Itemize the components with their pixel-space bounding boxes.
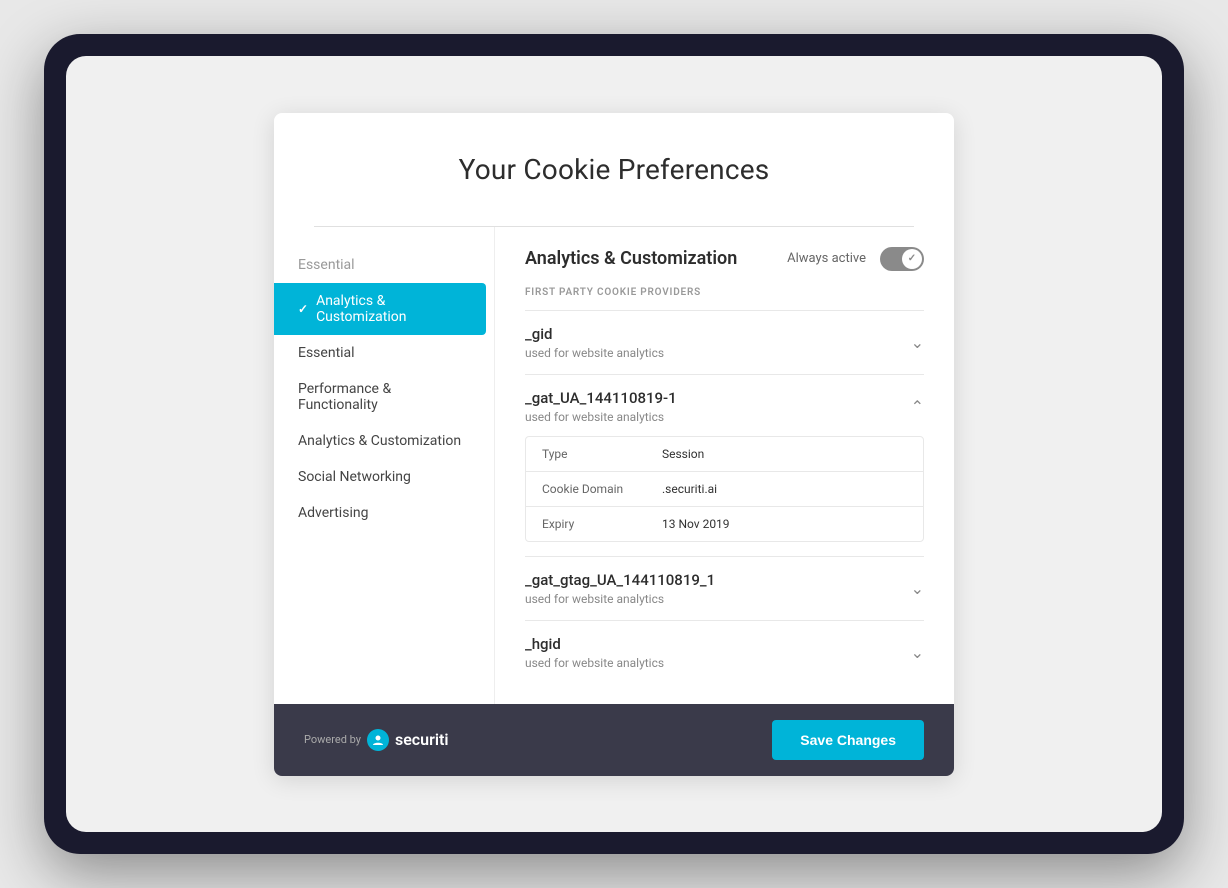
detail-value-domain: .securiti.ai xyxy=(662,482,717,496)
chevron-down-icon-gat-gtag: ⌄ xyxy=(911,579,924,598)
panel-header: Analytics & Customization Always active … xyxy=(525,247,924,271)
cookie-gat-gtag-info: _gat_gtag_UA_144110819_1 used for websit… xyxy=(525,571,715,606)
always-active-label: Always active xyxy=(787,251,866,266)
cookie-hgid-desc: used for website analytics xyxy=(525,656,664,670)
chevron-down-icon-hgid: ⌄ xyxy=(911,643,924,662)
cookie-item-hgid: _hgid used for website analytics ⌄ xyxy=(525,620,924,684)
sidebar-item-essential[interactable]: Essential xyxy=(274,335,494,371)
sidebar-item-analytics-2[interactable]: Analytics & Customization xyxy=(274,423,494,459)
sidebar-item-essential-top[interactable]: Essential xyxy=(274,247,494,283)
detail-value-type: Session xyxy=(662,447,704,461)
chevron-up-icon-gat-ua: ⌃ xyxy=(911,397,924,416)
sidebar-item-performance[interactable]: Performance & Functionality xyxy=(274,371,494,423)
cookie-item-gat-gtag: _gat_gtag_UA_144110819_1 used for websit… xyxy=(525,556,924,620)
detail-row-type: Type Session xyxy=(526,437,923,472)
cookie-item-gid-header[interactable]: _gid used for website analytics ⌄ xyxy=(525,325,924,360)
sidebar-item-analytics-active[interactable]: ✓ Analytics & Customization xyxy=(274,283,486,335)
securiti-logo: securiti xyxy=(367,729,449,751)
toggle-container: Always active ✓ xyxy=(787,247,924,271)
cookie-item-gid: _gid used for website analytics ⌄ xyxy=(525,310,924,374)
check-icon: ✓ xyxy=(298,302,308,316)
powered-by-label: Powered by xyxy=(304,733,361,746)
device-screen: Your Cookie Preferences Essential ✓ Anal… xyxy=(66,56,1162,832)
cookie-gat-gtag-name: _gat_gtag_UA_144110819_1 xyxy=(525,571,715,589)
detail-label-type: Type xyxy=(542,447,662,461)
panel-title: Analytics & Customization xyxy=(525,248,737,269)
sidebar-item-advertising[interactable]: Advertising xyxy=(274,495,494,531)
section-label: FIRST PARTY COOKIE PROVIDERS xyxy=(525,287,924,298)
sidebar: Essential ✓ Analytics & Customization Es… xyxy=(274,227,494,704)
cookie-item-gat-gtag-header[interactable]: _gat_gtag_UA_144110819_1 used for websit… xyxy=(525,571,924,606)
detail-label-expiry: Expiry xyxy=(542,517,662,531)
cookie-gat-ua-info: _gat_UA_144110819-1 used for website ana… xyxy=(525,389,677,424)
cookie-gid-name: _gid xyxy=(525,325,664,343)
cookie-gat-ua-desc: used for website analytics xyxy=(525,410,677,424)
chevron-down-icon-gid: ⌄ xyxy=(911,333,924,352)
securiti-icon xyxy=(367,729,389,751)
main-panel: Analytics & Customization Always active … xyxy=(494,227,954,704)
cookie-preferences-modal: Your Cookie Preferences Essential ✓ Anal… xyxy=(274,113,954,776)
cookie-gat-ua-name: _gat_UA_144110819-1 xyxy=(525,389,677,407)
detail-row-expiry: Expiry 13 Nov 2019 xyxy=(526,507,923,541)
content-area: Essential ✓ Analytics & Customization Es… xyxy=(274,227,954,704)
save-changes-button[interactable]: Save Changes xyxy=(772,720,924,760)
detail-label-domain: Cookie Domain xyxy=(542,482,662,496)
detail-row-domain: Cookie Domain .securiti.ai xyxy=(526,472,923,507)
modal-title-section: Your Cookie Preferences xyxy=(274,113,954,206)
toggle-check-icon: ✓ xyxy=(908,253,916,264)
cookie-hgid-info: _hgid used for website analytics xyxy=(525,635,664,670)
toggle-thumb: ✓ xyxy=(902,249,922,269)
always-active-toggle[interactable]: ✓ xyxy=(880,247,924,271)
modal-title: Your Cookie Preferences xyxy=(314,153,914,186)
cookie-gat-gtag-desc: used for website analytics xyxy=(525,592,715,606)
securiti-brand-name: securiti xyxy=(395,730,449,749)
cookie-gid-info: _gid used for website analytics xyxy=(525,325,664,360)
modal-footer: Powered by securiti Save Changes xyxy=(274,704,954,776)
cookie-item-gat-ua-header[interactable]: _gat_UA_144110819-1 used for website ana… xyxy=(525,389,924,424)
detail-value-expiry: 13 Nov 2019 xyxy=(662,517,730,531)
cookie-gid-desc: used for website analytics xyxy=(525,346,664,360)
cookie-item-hgid-header[interactable]: _hgid used for website analytics ⌄ xyxy=(525,635,924,670)
powered-by: Powered by securiti xyxy=(304,729,449,751)
device-frame: Your Cookie Preferences Essential ✓ Anal… xyxy=(44,34,1184,854)
cookie-gat-ua-details: Type Session Cookie Domain .securiti.ai … xyxy=(525,436,924,542)
sidebar-item-social[interactable]: Social Networking xyxy=(274,459,494,495)
cookie-hgid-name: _hgid xyxy=(525,635,664,653)
cookie-item-gat-ua: _gat_UA_144110819-1 used for website ana… xyxy=(525,374,924,556)
